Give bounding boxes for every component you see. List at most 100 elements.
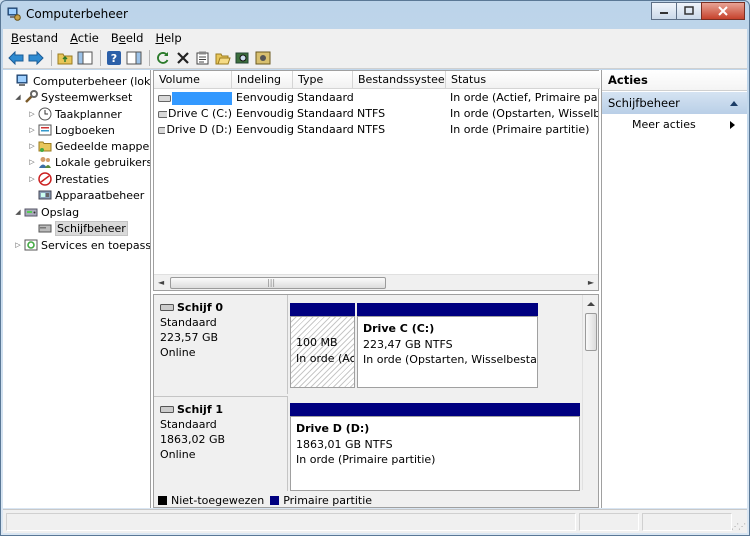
- partition-status: In orde (Primaire partitie): [296, 453, 436, 466]
- main-area: Computerbeheer (lokaal) ◢ Systeemwerkset…: [3, 70, 747, 508]
- show-hide-action-button[interactable]: [125, 49, 143, 67]
- collapse-up-icon[interactable]: [729, 99, 739, 107]
- cell-volume: Drive D (D:): [154, 122, 232, 138]
- partition-bar: [290, 303, 355, 316]
- cell-status: In orde (Actief, Primaire partitie): [450, 91, 598, 104]
- column-header-status[interactable]: Status: [446, 71, 598, 89]
- open-icon: [215, 53, 231, 64]
- disk-0-label[interactable]: Schijf 0 Standaard 223,57 GB Online: [154, 295, 288, 394]
- status-segment: [6, 513, 576, 531]
- drive-c-partition[interactable]: Drive C (C:) 223,47 GB NTFS In orde (Ops…: [357, 316, 538, 388]
- column-header-filesystem[interactable]: Bestandssysteem: [353, 71, 446, 89]
- close-button[interactable]: [701, 2, 745, 20]
- tree-item-event-viewer[interactable]: ▷ Logboeken: [27, 122, 115, 138]
- column-header-layout[interactable]: Indeling: [232, 71, 293, 89]
- up-button[interactable]: [56, 49, 74, 67]
- partition-status: In orde (Opstarten, Wisselbestand, Crash…: [363, 353, 537, 366]
- forward-button[interactable]: [27, 49, 45, 67]
- settings-button[interactable]: [254, 49, 272, 67]
- table-row[interactable]: Eenvoudig Standaard In orde (Actief, Pri…: [154, 90, 600, 106]
- vertical-scrollbar[interactable]: [582, 295, 598, 490]
- delete-button[interactable]: [174, 49, 192, 67]
- tree-expander[interactable]: ◢: [13, 93, 23, 101]
- title-bar[interactable]: Computerbeheer: [1, 1, 749, 28]
- device-manager-icon: [38, 190, 52, 200]
- tree-expander[interactable]: ▷: [27, 110, 37, 118]
- tree-expander[interactable]: ▷: [27, 126, 37, 134]
- volume-name: Drive C (C:): [168, 107, 232, 120]
- scrollbar-thumb[interactable]: [585, 313, 597, 351]
- help-button[interactable]: ?: [105, 49, 123, 67]
- tree-expander[interactable]: ▷: [27, 142, 37, 150]
- back-button[interactable]: [7, 49, 25, 67]
- properties-button[interactable]: [194, 49, 212, 67]
- tree-item-system-tools[interactable]: ◢ Systeemwerkset: [13, 89, 132, 105]
- disk-1-size: 1863,02 GB: [160, 433, 226, 446]
- partition-size: 1863,01 GB NTFS: [296, 437, 393, 451]
- tree-label-local-users: Lokale gebruikers en groepen: [55, 155, 151, 169]
- tree-item-device-manager[interactable]: Apparaatbeheer: [27, 187, 144, 203]
- maximize-button[interactable]: [676, 2, 702, 20]
- cell-type: Standaard: [297, 91, 353, 104]
- unallocated-swatch: [158, 495, 167, 505]
- computer-management-icon: [16, 74, 28, 86]
- tree-item-task-scheduler[interactable]: ▷ Taakplanner: [27, 106, 122, 122]
- partition-bar: [357, 303, 538, 316]
- actions-pane: Acties Schijfbeheer Meer acties: [601, 70, 747, 508]
- minimize-button[interactable]: [651, 2, 677, 20]
- show-hide-tree-button[interactable]: [76, 49, 94, 67]
- event-log-icon: [38, 124, 52, 136]
- refresh-button[interactable]: [154, 49, 172, 67]
- tree-expander[interactable]: ◢: [13, 208, 23, 216]
- scroll-left-arrow-icon[interactable]: ◄: [158, 278, 164, 287]
- tree-item-disk-management[interactable]: Schijfbeheer: [27, 220, 128, 236]
- open-button[interactable]: [214, 49, 232, 67]
- close-icon: [718, 6, 728, 16]
- table-row[interactable]: Drive D (D:) Eenvoudig Standaard NTFS In…: [154, 122, 600, 138]
- tree-expander[interactable]: ▷: [13, 241, 23, 249]
- users-icon: [39, 157, 51, 168]
- scroll-up-arrow-icon[interactable]: [583, 297, 599, 311]
- tree-item-performance[interactable]: ▷ Prestaties: [27, 171, 109, 187]
- tree-label-performance: Prestaties: [55, 172, 110, 186]
- actions-title: Acties: [602, 70, 747, 91]
- tree-expander[interactable]: ▷: [27, 158, 37, 166]
- refresh-icon: [157, 51, 169, 64]
- back-arrow-icon: [8, 50, 24, 65]
- tree-item-root[interactable]: Computerbeheer (lokaal): [5, 73, 150, 89]
- cell-volume: [154, 90, 232, 106]
- column-header-volume[interactable]: Volume: [154, 71, 232, 89]
- more-actions-item[interactable]: Meer acties: [602, 114, 747, 136]
- tree-label-disk-management: Schijfbeheer: [55, 220, 128, 236]
- legend: Niet-toegewezen Primaire partitie: [154, 491, 598, 507]
- column-header-type[interactable]: Type: [293, 71, 353, 89]
- menu-actie[interactable]: Actie: [64, 31, 105, 45]
- svg-text:?: ?: [111, 52, 117, 65]
- menu-beeld[interactable]: Beeld: [105, 31, 150, 45]
- tree-expander[interactable]: ▷: [27, 175, 37, 183]
- actions-group-disk-management[interactable]: Schijfbeheer: [602, 92, 747, 114]
- system-partition[interactable]: 100 MB In orde (Actief, Primaire partiti…: [290, 316, 355, 388]
- tree-label-services: Services en toepassingen: [41, 238, 151, 252]
- volume-list: Volume Indeling Type Bestandssysteem Sta…: [153, 70, 600, 291]
- menu-bar: Bestand Actie Beeld Help: [3, 29, 747, 47]
- status-segment: [579, 513, 639, 531]
- disk-0-type: Standaard: [160, 316, 217, 329]
- tree-item-shared-folders[interactable]: ▷ Gedeelde mappen: [27, 138, 150, 154]
- horizontal-scrollbar[interactable]: ◄ ||| ►: [154, 274, 598, 290]
- tree-item-services[interactable]: ▷ Services en toepassingen: [13, 237, 151, 253]
- shared-folder-icon: [38, 141, 52, 152]
- resize-grip-icon[interactable]: ⋰⋰: [731, 522, 746, 531]
- menu-bestand[interactable]: Bestand: [5, 31, 64, 45]
- disk-1-label[interactable]: Schijf 1 Standaard 1863,02 GB Online: [154, 396, 288, 491]
- tree-item-local-users[interactable]: ▷ Lokale gebruikers en groepen: [27, 154, 151, 170]
- scrollbar-thumb[interactable]: |||: [170, 277, 386, 289]
- selected-volume-highlight: [172, 91, 232, 105]
- menu-help[interactable]: Help: [149, 31, 187, 45]
- table-row[interactable]: Drive C (C:) Eenvoudig Standaard NTFS In…: [154, 106, 600, 122]
- tree-item-storage[interactable]: ◢ Opslag: [13, 204, 79, 220]
- forward-arrow-icon: [28, 50, 44, 65]
- scroll-right-arrow-icon[interactable]: ►: [588, 278, 594, 287]
- drive-d-partition[interactable]: Drive D (D:) 1863,01 GB NTFS In orde (Pr…: [290, 416, 580, 491]
- search-button[interactable]: [234, 49, 252, 67]
